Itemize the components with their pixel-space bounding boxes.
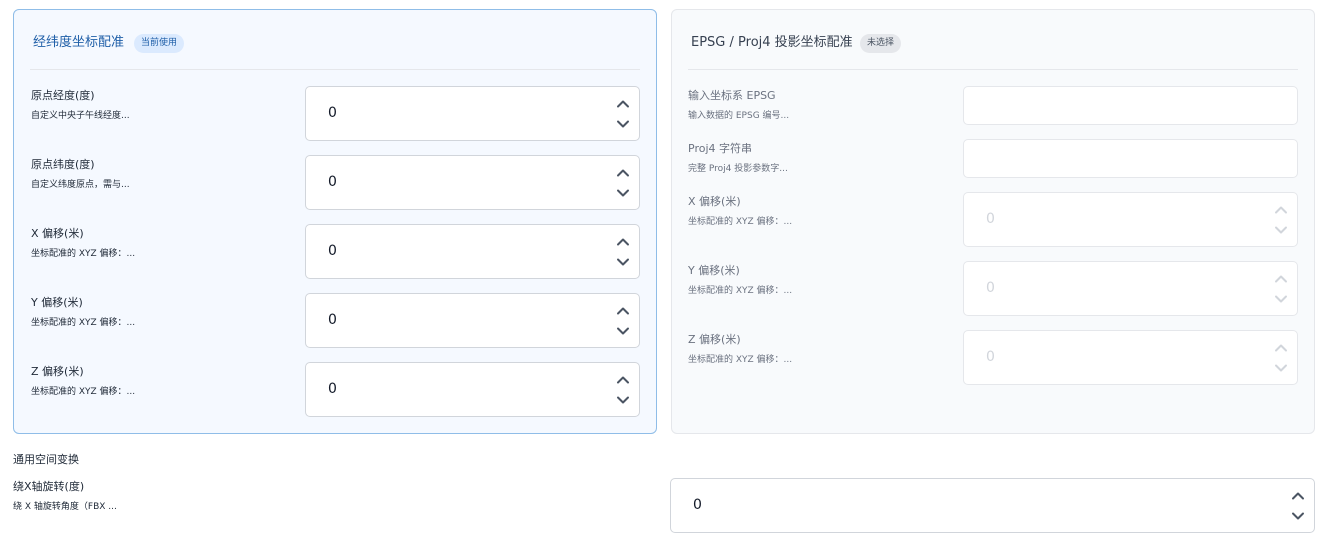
number-spinner (615, 165, 631, 201)
chevron-up-icon[interactable] (615, 303, 631, 319)
x-offset-input[interactable]: 0 (305, 224, 640, 279)
z-offset-desc: 坐标配准的 XYZ 偏移：... (688, 355, 793, 365)
z-offset-label: Z 偏移(米) (31, 365, 84, 378)
y-offset-desc: 坐标配准的 XYZ 偏移：... (688, 286, 793, 296)
panel-title: EPSG / Proj4 投影坐标配准 (691, 35, 853, 50)
divider (688, 69, 1298, 70)
chevron-up-icon (1273, 271, 1289, 287)
number-spinner (1290, 488, 1306, 524)
y-offset-input[interactable]: 0 (305, 293, 640, 348)
z-offset-desc: 坐标配准的 XYZ 偏移：... (31, 387, 136, 397)
chevron-down-icon[interactable] (1290, 508, 1306, 524)
origin-longitude-input[interactable]: 0 (305, 86, 640, 141)
epsg-proj4-registration-panel[interactable]: EPSG / Proj4 投影坐标配准 未选择 输入坐标系 EPSG 输入数据的… (671, 9, 1315, 434)
origin-longitude-label: 原点经度(度) (31, 89, 95, 102)
chevron-down-icon (1273, 291, 1289, 307)
chevron-down-icon (1273, 222, 1289, 238)
rotate-x-desc: 绕 X 轴旋转角度（FBX ... (13, 502, 117, 512)
chevron-up-icon[interactable] (1290, 488, 1306, 504)
section-title: 通用空间变换 (13, 453, 79, 466)
input-value: 0 (986, 280, 995, 296)
epsg-input[interactable] (963, 86, 1298, 125)
chevron-up-icon (1273, 202, 1289, 218)
input-value: 0 (986, 349, 995, 365)
origin-latitude-input[interactable]: 0 (305, 155, 640, 210)
chevron-up-icon[interactable] (615, 165, 631, 181)
epsg-label: 输入坐标系 EPSG (688, 89, 776, 102)
input-value: 0 (328, 312, 337, 328)
rotate-x-input[interactable]: 0 (670, 478, 1315, 533)
chevron-up-icon[interactable] (615, 372, 631, 388)
number-spinner (1273, 340, 1289, 376)
number-spinner (1273, 271, 1289, 307)
divider (30, 69, 640, 70)
input-value: 0 (986, 211, 995, 227)
chevron-down-icon[interactable] (615, 323, 631, 339)
x-offset-input: 0 (963, 192, 1298, 247)
chevron-down-icon[interactable] (615, 254, 631, 270)
chevron-down-icon[interactable] (615, 116, 631, 132)
input-value: 0 (328, 174, 337, 190)
number-spinner (615, 303, 631, 339)
x-offset-label: X 偏移(米) (31, 227, 84, 240)
y-offset-label: Y 偏移(米) (31, 296, 83, 309)
input-value: 0 (328, 243, 337, 259)
status-badge: 当前使用 (134, 34, 185, 53)
proj4-label: Proj4 字符串 (688, 142, 753, 155)
chevron-down-icon[interactable] (615, 185, 631, 201)
panel-header: EPSG / Proj4 投影坐标配准 未选择 (672, 10, 1314, 70)
origin-latitude-label: 原点纬度(度) (31, 158, 95, 171)
chevron-up-icon[interactable] (615, 234, 631, 250)
origin-latitude-desc: 自定义纬度原点，需与... (31, 180, 130, 190)
chevron-up-icon (1273, 340, 1289, 356)
z-offset-input: 0 (963, 330, 1298, 385)
z-offset-input[interactable]: 0 (305, 362, 640, 417)
chevron-down-icon[interactable] (615, 392, 631, 408)
proj4-input[interactable] (963, 139, 1298, 178)
chevron-up-icon[interactable] (615, 96, 631, 112)
proj4-desc: 完整 Proj4 投影参数字... (688, 164, 788, 174)
chevron-down-icon (1273, 360, 1289, 376)
number-spinner (1273, 202, 1289, 238)
z-offset-label: Z 偏移(米) (688, 333, 741, 346)
y-offset-input: 0 (963, 261, 1298, 316)
y-offset-label: Y 偏移(米) (688, 264, 740, 277)
epsg-desc: 输入数据的 EPSG 编号... (688, 111, 790, 121)
number-spinner (615, 234, 631, 270)
status-badge: 未选择 (860, 34, 902, 53)
number-spinner (615, 96, 631, 132)
origin-longitude-desc: 自定义中央子午线经度... (31, 111, 130, 121)
y-offset-desc: 坐标配准的 XYZ 偏移：... (31, 318, 136, 328)
number-spinner (615, 372, 631, 408)
x-offset-desc: 坐标配准的 XYZ 偏移：... (31, 249, 136, 259)
input-value: 0 (328, 105, 337, 121)
latlon-registration-panel[interactable]: 经纬度坐标配准 当前使用 原点经度(度) 自定义中央子午线经度... 0 原点纬… (13, 9, 657, 434)
input-value: 0 (693, 497, 702, 513)
input-value: 0 (328, 381, 337, 397)
panel-header: 经纬度坐标配准 当前使用 (14, 10, 656, 70)
x-offset-label: X 偏移(米) (688, 195, 741, 208)
panel-title: 经纬度坐标配准 (33, 35, 125, 50)
rotate-x-label: 绕X轴旋转(度) (13, 480, 85, 493)
x-offset-desc: 坐标配准的 XYZ 偏移：... (688, 217, 793, 227)
